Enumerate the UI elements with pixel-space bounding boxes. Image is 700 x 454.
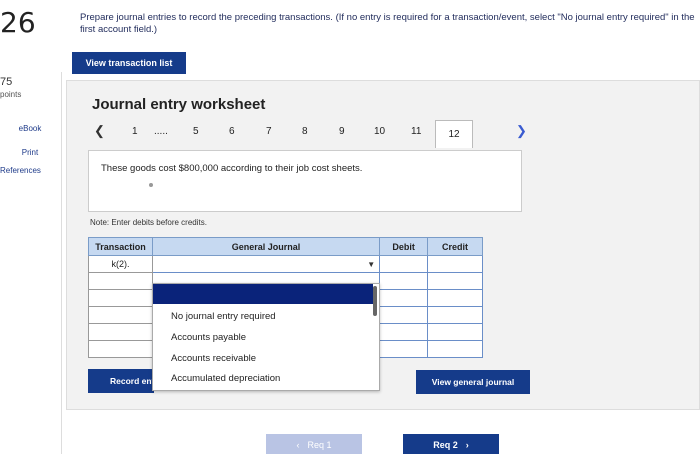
question-prompt: Prepare journal entries to record the pr… <box>80 12 695 35</box>
header-debit: Debit <box>379 237 429 256</box>
credit-input[interactable] <box>427 272 483 290</box>
req2-label: Req 2 <box>433 440 458 450</box>
transaction-description: These goods cost $800,000 according to t… <box>101 163 363 174</box>
view-transaction-list-button[interactable]: View transaction list <box>72 52 186 74</box>
account-dropdown-list[interactable]: No journal entry required Accounts payab… <box>152 283 380 391</box>
debit-input[interactable] <box>379 255 429 273</box>
chevron-left-icon: ‹ <box>296 440 300 450</box>
page-10[interactable]: 10 <box>374 126 385 137</box>
points-value: 75 <box>0 76 13 88</box>
ebook-link[interactable]: eBook <box>0 124 60 133</box>
page-9[interactable]: 9 <box>339 126 345 137</box>
req1-button[interactable]: ‹ Req 1 <box>266 434 362 454</box>
entry-note: Note: Enter debits before credits. <box>90 218 207 227</box>
transaction-cell <box>88 272 153 290</box>
page-5[interactable]: 5 <box>193 126 199 137</box>
credit-input[interactable] <box>427 289 483 307</box>
worksheet-pager: ❮ 1 ..... 5 6 7 8 9 10 11 12 ❯ <box>86 120 546 148</box>
transaction-cell <box>88 306 153 324</box>
dropdown-option[interactable]: Accumulated depreciation <box>171 373 280 384</box>
header-credit: Credit <box>427 237 483 256</box>
credit-input[interactable] <box>427 340 483 358</box>
credit-input[interactable] <box>427 323 483 341</box>
points-label: points <box>0 90 22 99</box>
references-link[interactable]: References <box>0 166 60 175</box>
page-7[interactable]: 7 <box>266 126 272 137</box>
page-8[interactable]: 8 <box>302 126 308 137</box>
worksheet-title: Journal entry worksheet <box>92 96 266 113</box>
chevron-right-icon: › <box>465 440 469 450</box>
dropdown-option[interactable]: No journal entry required <box>171 311 276 322</box>
debit-input[interactable] <box>379 306 429 324</box>
req1-label: Req 1 <box>307 440 332 450</box>
view-general-journal-button[interactable]: View general journal <box>416 370 530 394</box>
scroll-dot <box>149 183 153 187</box>
transaction-cell <box>88 289 153 307</box>
transaction-description-box: These goods cost $800,000 according to t… <box>88 150 522 212</box>
transaction-cell <box>88 340 153 358</box>
page-12-active[interactable]: 12 <box>435 120 473 148</box>
chevron-left-icon[interactable]: ❮ <box>94 123 105 139</box>
table-row: k(2). ▼ <box>88 255 483 273</box>
print-link[interactable]: Print <box>0 148 60 157</box>
page-1[interactable]: 1 <box>132 126 138 137</box>
account-select[interactable]: ▼ <box>151 255 381 273</box>
header-transaction: Transaction <box>88 237 153 256</box>
dropdown-option[interactable]: Accounts payable <box>171 332 246 343</box>
header-general-journal: General Journal <box>151 237 381 256</box>
debit-input[interactable] <box>379 272 429 290</box>
debit-input[interactable] <box>379 323 429 341</box>
question-number: 26 <box>0 6 36 39</box>
credit-input[interactable] <box>427 255 483 273</box>
transaction-cell: k(2). <box>88 255 153 273</box>
page-ellipsis: ..... <box>154 126 168 137</box>
record-entry-button[interactable]: Record entry <box>88 369 154 393</box>
debit-input[interactable] <box>379 340 429 358</box>
debit-input[interactable] <box>379 289 429 307</box>
dropdown-highlighted-option[interactable] <box>153 284 373 304</box>
dropdown-option[interactable]: Accounts receivable <box>171 353 256 364</box>
transaction-cell <box>88 323 153 341</box>
credit-input[interactable] <box>427 306 483 324</box>
req2-button[interactable]: Req 2 › <box>403 434 499 454</box>
page-6[interactable]: 6 <box>229 126 235 137</box>
dropdown-arrow-icon[interactable]: ▼ <box>367 260 375 269</box>
chevron-right-icon[interactable]: ❯ <box>516 123 527 139</box>
page-11[interactable]: 11 <box>411 126 421 137</box>
dropdown-scrollbar[interactable] <box>373 286 377 316</box>
